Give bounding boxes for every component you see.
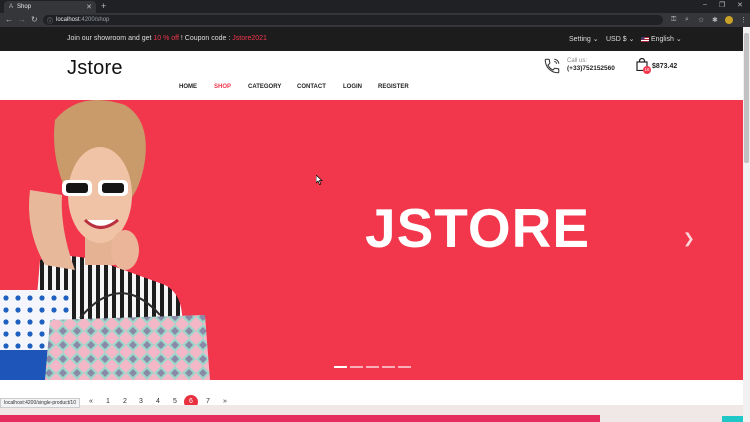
back-icon[interactable]: ← [5, 15, 13, 24]
hero-brand-text: JSTORE [365, 197, 591, 259]
slider-dot[interactable] [334, 366, 347, 368]
slider-dot[interactable] [366, 366, 379, 368]
us-flag-icon [641, 36, 649, 42]
hero-slider: JSTORE ❯ [0, 100, 743, 380]
site-header: Jstore HOME SHOP CATEGORY CONTACT LOGIN … [0, 51, 743, 100]
chevron-right-icon[interactable]: ❯ [683, 230, 695, 247]
currency-dropdown[interactable]: USD $ ⌄ [606, 35, 634, 43]
next-section-banner [0, 415, 600, 422]
nav-login[interactable]: LOGIN [343, 84, 362, 90]
info-icon[interactable]: ⓘ [47, 16, 53, 25]
nav-category[interactable]: CATEGORY [248, 84, 281, 90]
scrollbar-thumb[interactable] [744, 33, 749, 163]
promo-message: Join our showroom and get 10 % off ! Cou… [67, 35, 267, 42]
chevron-down-icon: ⌄ [675, 36, 682, 43]
promo-discount: 10 % off [153, 35, 179, 42]
setting-dropdown[interactable]: Setting ⌄ [569, 35, 599, 43]
key-icon[interactable]: ⚿ [671, 16, 676, 24]
reload-icon[interactable]: ↻ [31, 15, 38, 24]
address-bar[interactable]: ⓘ localhost:4200/shop [43, 15, 663, 25]
hero-model-image [0, 100, 210, 380]
tab-close-icon[interactable]: ✕ [86, 3, 92, 11]
slider-dot[interactable] [398, 366, 411, 368]
call-label: Call us: [567, 58, 588, 64]
window-close-icon[interactable]: ✕ [737, 1, 743, 9]
site-logo[interactable]: Jstore [67, 57, 123, 80]
site-topbar: Join our showroom and get 10 % off ! Cou… [0, 27, 743, 51]
page-scrollbar[interactable] [743, 27, 750, 422]
profile-avatar[interactable] [725, 16, 733, 24]
browser-tab-bar: A Shop ✕ + – ❐ ✕ [0, 0, 750, 13]
new-tab-icon[interactable]: + [101, 1, 106, 11]
minimize-icon[interactable]: – [703, 1, 707, 8]
browser-toolbar: ← → ↻ ⓘ localhost:4200/shop ⚿ ⌕ ☆ ✱ ⋮ [0, 13, 750, 27]
browser-tab[interactable]: A Shop ✕ [4, 1, 96, 13]
phone-icon [544, 58, 560, 74]
forward-icon[interactable]: → [18, 15, 26, 24]
tab-title: Shop [17, 4, 32, 10]
extensions-icon[interactable]: ✱ [712, 16, 718, 24]
cart-total[interactable]: $873.42 [652, 63, 677, 70]
nav-register[interactable]: REGISTER [378, 84, 409, 90]
menu-icon[interactable]: ⋮ [740, 16, 747, 24]
tab-favicon-icon: A [9, 4, 14, 10]
slider-dot[interactable] [382, 366, 395, 368]
nav-contact[interactable]: CONTACT [297, 84, 326, 90]
cart-count-badge: 16 [643, 66, 651, 74]
call-number[interactable]: (+33)752152560 [567, 65, 615, 72]
browser-status-url: localhost:4200/single-product/10 [0, 398, 80, 408]
slider-dot[interactable] [350, 366, 363, 368]
zoom-icon[interactable]: ⌕ [685, 16, 689, 24]
language-dropdown[interactable]: English ⌄ [641, 35, 682, 43]
maximize-icon[interactable]: ❐ [719, 1, 725, 9]
nav-home[interactable]: HOME [179, 84, 197, 90]
chevron-down-icon: ⌄ [628, 36, 635, 43]
promo-code: Jstore2021 [232, 35, 267, 42]
url-text: localhost:4200/shop [56, 16, 110, 23]
nav-shop[interactable]: SHOP [214, 84, 231, 90]
chevron-down-icon: ⌄ [592, 36, 599, 43]
star-icon[interactable]: ☆ [698, 16, 704, 24]
mouse-cursor-icon [316, 175, 323, 185]
